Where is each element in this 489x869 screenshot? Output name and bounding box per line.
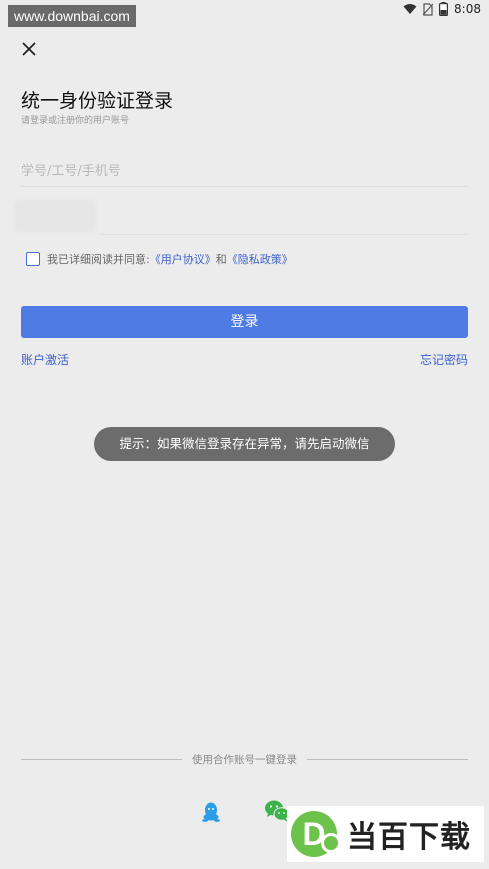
agree-prefix: 我已详细阅读并同意: — [47, 253, 150, 266]
forgot-password-link[interactable]: 忘记密码 — [420, 351, 468, 368]
status-bar: www.downbai.com 8:08 — [0, 0, 489, 27]
brand-logo-text: 当百下载 — [347, 820, 471, 855]
password-field-row — [100, 205, 468, 235]
close-button[interactable] — [18, 38, 40, 60]
third-party-divider: 使用合作账号一键登录 — [21, 751, 468, 767]
divider-line-left — [21, 758, 182, 760]
account-input[interactable] — [21, 157, 468, 186]
close-icon — [22, 42, 36, 56]
battery-icon — [439, 2, 449, 16]
privacy-policy-link[interactable]: 《隐私政策》 — [227, 251, 293, 267]
user-agreement-link[interactable]: 《用户协议》 — [150, 251, 216, 267]
brand-watermark-logo: D 当百下载 — [287, 806, 484, 862]
agree-checkbox[interactable] — [26, 252, 40, 266]
brand-logo-mark: D — [291, 811, 341, 857]
divider-line-right — [307, 758, 468, 760]
password-field-obscured[interactable] — [14, 200, 96, 232]
login-button[interactable]: 登录 — [21, 306, 468, 338]
toast-message: 提示：如果微信登录存在异常，请先启动微信 — [94, 427, 395, 461]
third-party-label: 使用合作账号一键登录 — [192, 753, 297, 766]
status-icons: 8:08 — [403, 2, 481, 16]
agreement-row: 我已详细阅读并同意: 《用户协议》 和 《隐私政策》 — [26, 251, 293, 267]
account-activate-link[interactable]: 账户激活 — [21, 351, 69, 368]
wifi-icon — [403, 4, 417, 14]
site-watermark: www.downbai.com — [8, 5, 136, 27]
page-subtitle: 请登录或注册你的用户账号 — [21, 116, 130, 126]
account-field-row — [21, 157, 468, 187]
clock: 8:08 — [454, 2, 481, 16]
page-title: 统一身份验证登录 — [21, 90, 174, 112]
no-sim-icon — [423, 2, 434, 16]
qq-login-button[interactable] — [202, 802, 220, 822]
agree-and: 和 — [215, 253, 227, 266]
qq-icon — [202, 802, 220, 822]
